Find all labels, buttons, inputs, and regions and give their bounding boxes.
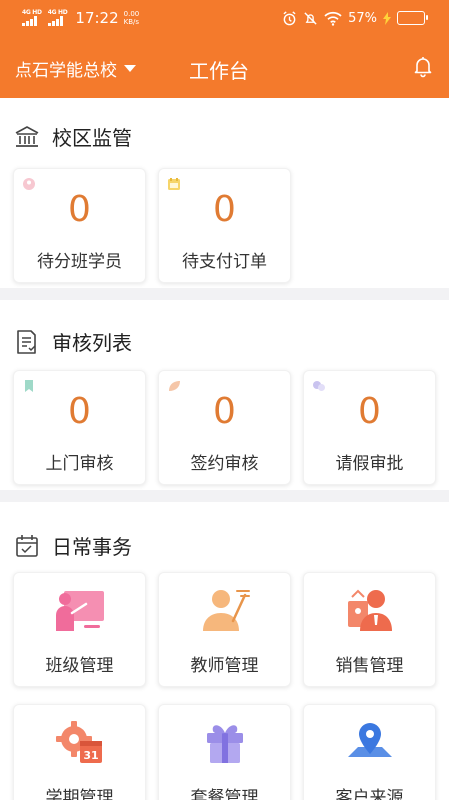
count-value: 0 — [68, 391, 91, 432]
gift-icon — [207, 725, 243, 763]
section-header: 校区监管 — [14, 122, 132, 151]
calendar-icon — [16, 534, 38, 557]
alarm-icon — [283, 10, 296, 25]
leave-approval-card[interactable]: 0 请假审批 — [303, 370, 436, 485]
tile-label: 客户来源 — [335, 788, 404, 800]
teacher-management-tile[interactable]: 教师管理 — [158, 572, 291, 687]
daily-tasks-section: 日常事务 班级管理 教师管理 销售管理 31 学期管理 套餐管理 客户来源 — [0, 502, 449, 800]
class-management-tile[interactable]: 班级管理 — [13, 572, 146, 687]
charging-icon — [383, 11, 391, 25]
teacher-icon — [203, 590, 250, 631]
document-icon — [17, 329, 36, 354]
tile-label: 班级管理 — [45, 656, 114, 676]
caret-down-icon — [124, 65, 136, 72]
pending-class-students-card[interactable]: 0 待分班学员 — [13, 168, 146, 283]
tile-label: 销售管理 — [335, 656, 404, 676]
net-speed-value: 0.00 — [123, 10, 140, 18]
review-list-section: 审核列表 0 上门审核 0 签约审核 0 请假审批 — [0, 300, 449, 490]
campus-name: 点石学能总校 — [15, 61, 117, 81]
semester-icon-number: 31 — [83, 749, 98, 762]
app-header: 4G HD 4G HD 17:22 0.00 KB/s 57% 点石学能总校 工 — [0, 0, 449, 98]
bell-icon[interactable] — [411, 54, 435, 78]
tile-label: 套餐管理 — [190, 788, 259, 800]
semester-icon: 31 — [56, 721, 102, 763]
battery-percent: 57% — [348, 10, 377, 26]
tile-label: 学期管理 — [45, 788, 114, 800]
signal-icon: 4G HD — [47, 10, 68, 26]
net-speed-unit: KB/s — [123, 18, 140, 26]
signal-icon: 4G HD — [22, 10, 42, 26]
status-bar: 4G HD 4G HD 17:22 0.00 KB/s 57% — [0, 0, 449, 36]
card-label: 待分班学员 — [37, 252, 122, 272]
section-title: 审核列表 — [52, 331, 132, 355]
battery-icon — [397, 11, 428, 25]
count-value: 0 — [213, 391, 236, 432]
page-title: 工作台 — [189, 59, 249, 83]
classroom-icon — [56, 591, 104, 631]
card-label: 请假审批 — [335, 454, 404, 474]
count-value: 0 — [358, 391, 381, 432]
sales-management-tile[interactable]: 销售管理 — [303, 572, 436, 687]
contract-review-card[interactable]: 0 签约审核 — [158, 370, 291, 485]
section-title: 日常事务 — [52, 535, 132, 559]
count-value: 0 — [68, 189, 91, 230]
semester-management-tile[interactable]: 31 学期管理 — [13, 704, 146, 800]
card-label: 签约审核 — [190, 454, 259, 474]
package-management-tile[interactable]: 套餐管理 — [158, 704, 291, 800]
campus-monitor-section: 校区监管 0 待分班学员 0 待支付订单 — [0, 98, 449, 288]
campus-selector[interactable]: 点石学能总校 — [15, 56, 136, 81]
building-icon — [15, 125, 39, 147]
net-speed: 0.00 KB/s — [124, 10, 140, 26]
card-label: 待支付订单 — [182, 252, 267, 272]
tile-label: 教师管理 — [190, 656, 259, 676]
section-header: 审核列表 — [14, 327, 132, 356]
location-pin-icon — [348, 723, 392, 757]
section-title: 校区监管 — [52, 126, 132, 150]
clock: 17:22 — [75, 9, 119, 27]
section-header: 日常事务 — [14, 531, 132, 560]
wifi-icon — [324, 11, 342, 26]
sales-icon — [348, 589, 392, 631]
count-value: 0 — [213, 189, 236, 230]
card-label: 上门审核 — [45, 454, 114, 474]
customer-source-tile[interactable]: 客户来源 — [303, 704, 436, 800]
visit-review-card[interactable]: 0 上门审核 — [13, 370, 146, 485]
mute-icon — [304, 11, 317, 25]
pending-payment-orders-card[interactable]: 0 待支付订单 — [158, 168, 291, 283]
